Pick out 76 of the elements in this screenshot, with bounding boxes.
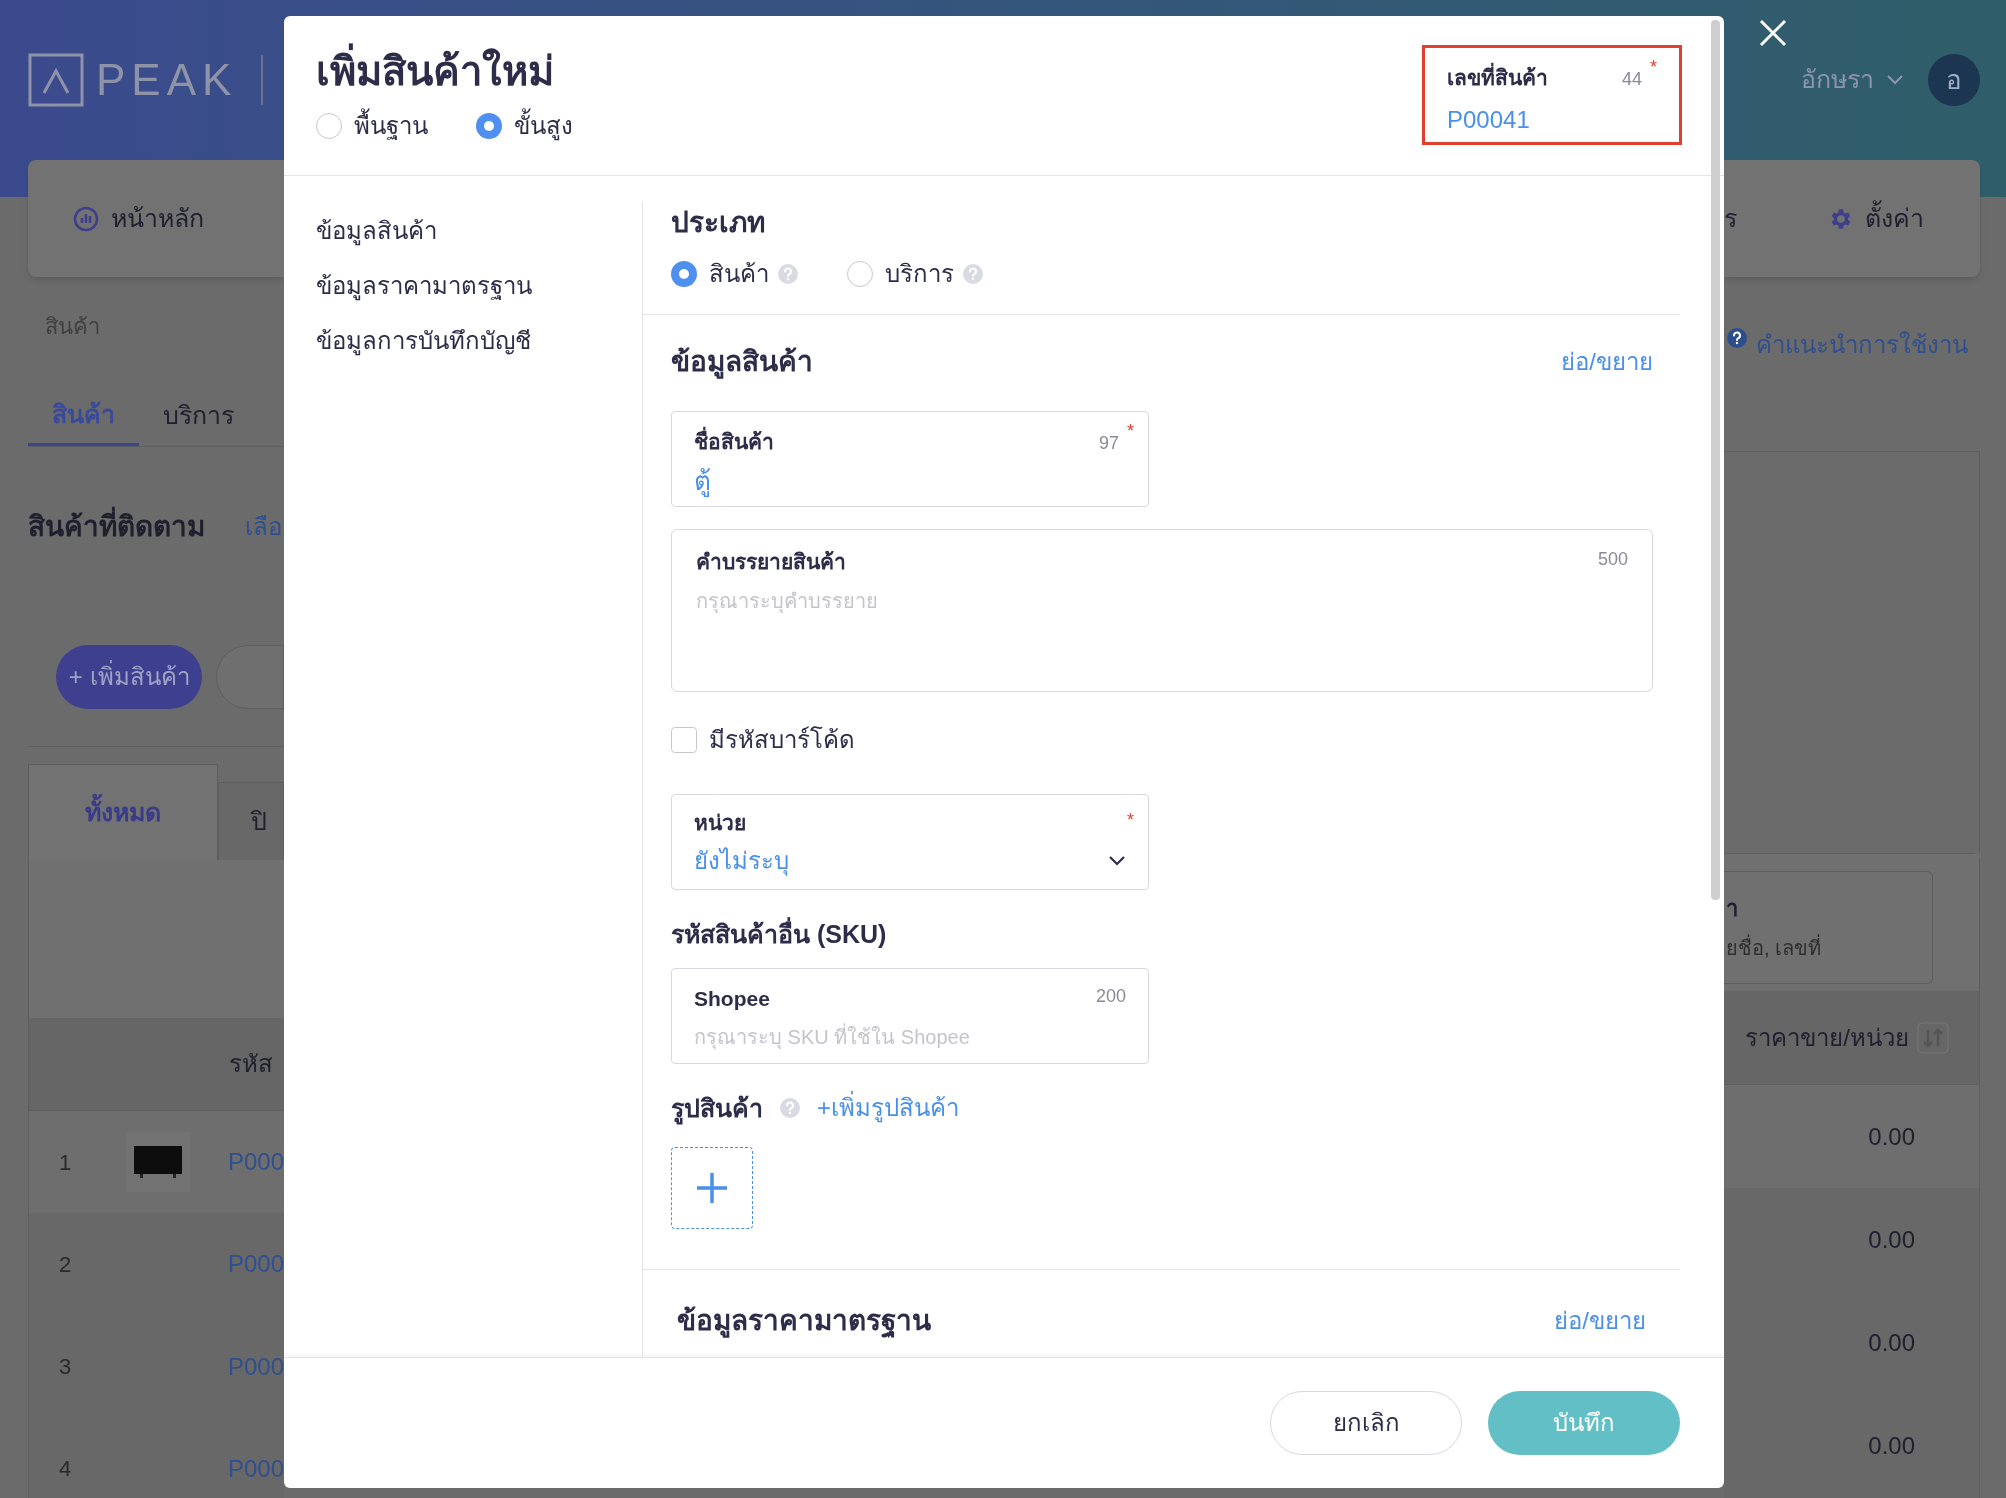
help-icon (777, 263, 799, 285)
collapse-link[interactable]: ย่อ/ขยาย (1561, 344, 1653, 380)
required-mark: * (1127, 420, 1134, 443)
char-count: 97 (1098, 432, 1119, 455)
section-title: ข้อมูลราคามาตรฐาน (677, 1304, 931, 1340)
section-nav-link[interactable]: ข้อมูลราคามาตรฐาน (316, 271, 642, 300)
filter-tab[interactable]: ปิ (218, 782, 284, 860)
radio-label: บริการ (885, 259, 954, 289)
add-product-button[interactable]: + เพิ่มสินค้า (56, 644, 203, 709)
add-image-link[interactable]: +เพิ่มรูปสินค้า (817, 1090, 959, 1127)
checkbox-label: มีรหัสบาร์โค้ด (709, 725, 855, 755)
row-number: 1 (58, 1148, 73, 1177)
row-number: 4 (58, 1455, 73, 1484)
required-mark: * (1650, 56, 1657, 79)
unit-select[interactable]: หน่วย * ยังไม่ระบุ (671, 794, 1149, 890)
sku-title: รหัสสินค้าอื่น (SKU) (671, 916, 1652, 954)
radio-button[interactable] (476, 113, 502, 139)
required-mark: * (1127, 809, 1134, 832)
sort-icon[interactable] (1917, 1021, 1949, 1054)
logo-text: PEAK (96, 58, 238, 102)
char-count: 200 (1095, 984, 1126, 1008)
section-title: ประเภท (671, 206, 766, 240)
filter-tab[interactable]: ทั้งหมด (28, 764, 218, 860)
section-nav-link[interactable]: ข้อมูลการบันทึกบัญชี (316, 326, 642, 355)
nav-item[interactable]: ร (1724, 199, 1737, 238)
close-button[interactable] (1758, 18, 1788, 48)
tab[interactable]: บริการ (139, 386, 258, 446)
char-count: 44 (1621, 68, 1642, 91)
table-cell-text: 0.00 (1868, 1224, 1915, 1255)
nav-item[interactable]: หน้าหลัก (111, 199, 204, 238)
field-value: ยังไม่ระบุ (694, 845, 789, 878)
radio-label: พื้นฐาน (354, 108, 428, 144)
radio-button[interactable] (316, 113, 342, 139)
column-header: รหัส (229, 1049, 273, 1079)
radio-button[interactable] (847, 261, 873, 287)
chevron-down-icon (1886, 74, 1904, 86)
outline-button[interactable] (216, 644, 284, 709)
radio-button[interactable] (671, 261, 697, 287)
sku-field[interactable]: Shopee 200 กรุณาระบุ SKU ที่ใช้ใน Shopee (671, 967, 1149, 1064)
help-icon (962, 263, 984, 285)
product-name-field[interactable]: ชื่อสินค้า 97 * ตู้ (671, 411, 1149, 507)
char-count: 500 (1597, 548, 1628, 571)
radio-label: สินค้า (709, 259, 769, 289)
placeholder: กรุณาระบุ SKU ที่ใช้ใน Shopee (694, 1022, 1126, 1052)
chevron-down-icon (1108, 854, 1126, 867)
add-image-button[interactable] (671, 1147, 753, 1229)
description-field[interactable]: คำบรรยายสินค้า 500 กรุณาระบุคำบรรยาย (671, 529, 1653, 692)
table-cell-text: 0.00 (1868, 1328, 1915, 1359)
section-title: สินค้าที่ติดตาม (28, 506, 205, 548)
field-value: ตู้ (694, 464, 712, 499)
save-button[interactable]: บันทึก (1488, 1391, 1680, 1455)
section-title: ข้อมูลสินค้า (671, 345, 813, 381)
close-icon (1758, 18, 1788, 48)
chart-icon (73, 205, 99, 232)
user-name[interactable]: อักษรา (1801, 61, 1874, 99)
field-label: เลขที่สินค้า (1447, 62, 1548, 94)
table-cell-text: 0.00 (1868, 1431, 1915, 1462)
image-title: รูปสินค้า (671, 1089, 763, 1127)
nav-item[interactable]: ตั้งค่า (1865, 199, 1924, 238)
collapse-link[interactable]: ย่อ/ขยาย (1554, 1303, 1646, 1339)
plus-icon (695, 1171, 729, 1205)
column-header: ราคาขาย/หน่วย (1745, 1022, 1909, 1053)
table-cell-text: 0.00 (1868, 1121, 1915, 1152)
checkbox[interactable] (671, 727, 697, 753)
field-value: P00041 (1447, 104, 1531, 135)
row-number: 2 (58, 1250, 73, 1279)
logo-icon (28, 53, 84, 107)
row-number: 3 (58, 1353, 73, 1382)
section-nav-link[interactable]: ข้อมูลสินค้า (316, 216, 642, 245)
help-icon (779, 1097, 801, 1120)
help-icon (1726, 327, 1748, 349)
cancel-button[interactable]: ยกเลิก (1270, 1391, 1462, 1455)
product-number-field[interactable]: เลขที่สินค้า 44 * P00041 (1422, 45, 1682, 145)
scrollbar[interactable] (1711, 20, 1720, 900)
radio-label: ขั้นสูง (514, 108, 573, 144)
placeholder: กรุณาระบุคำบรรยาย (696, 588, 879, 616)
